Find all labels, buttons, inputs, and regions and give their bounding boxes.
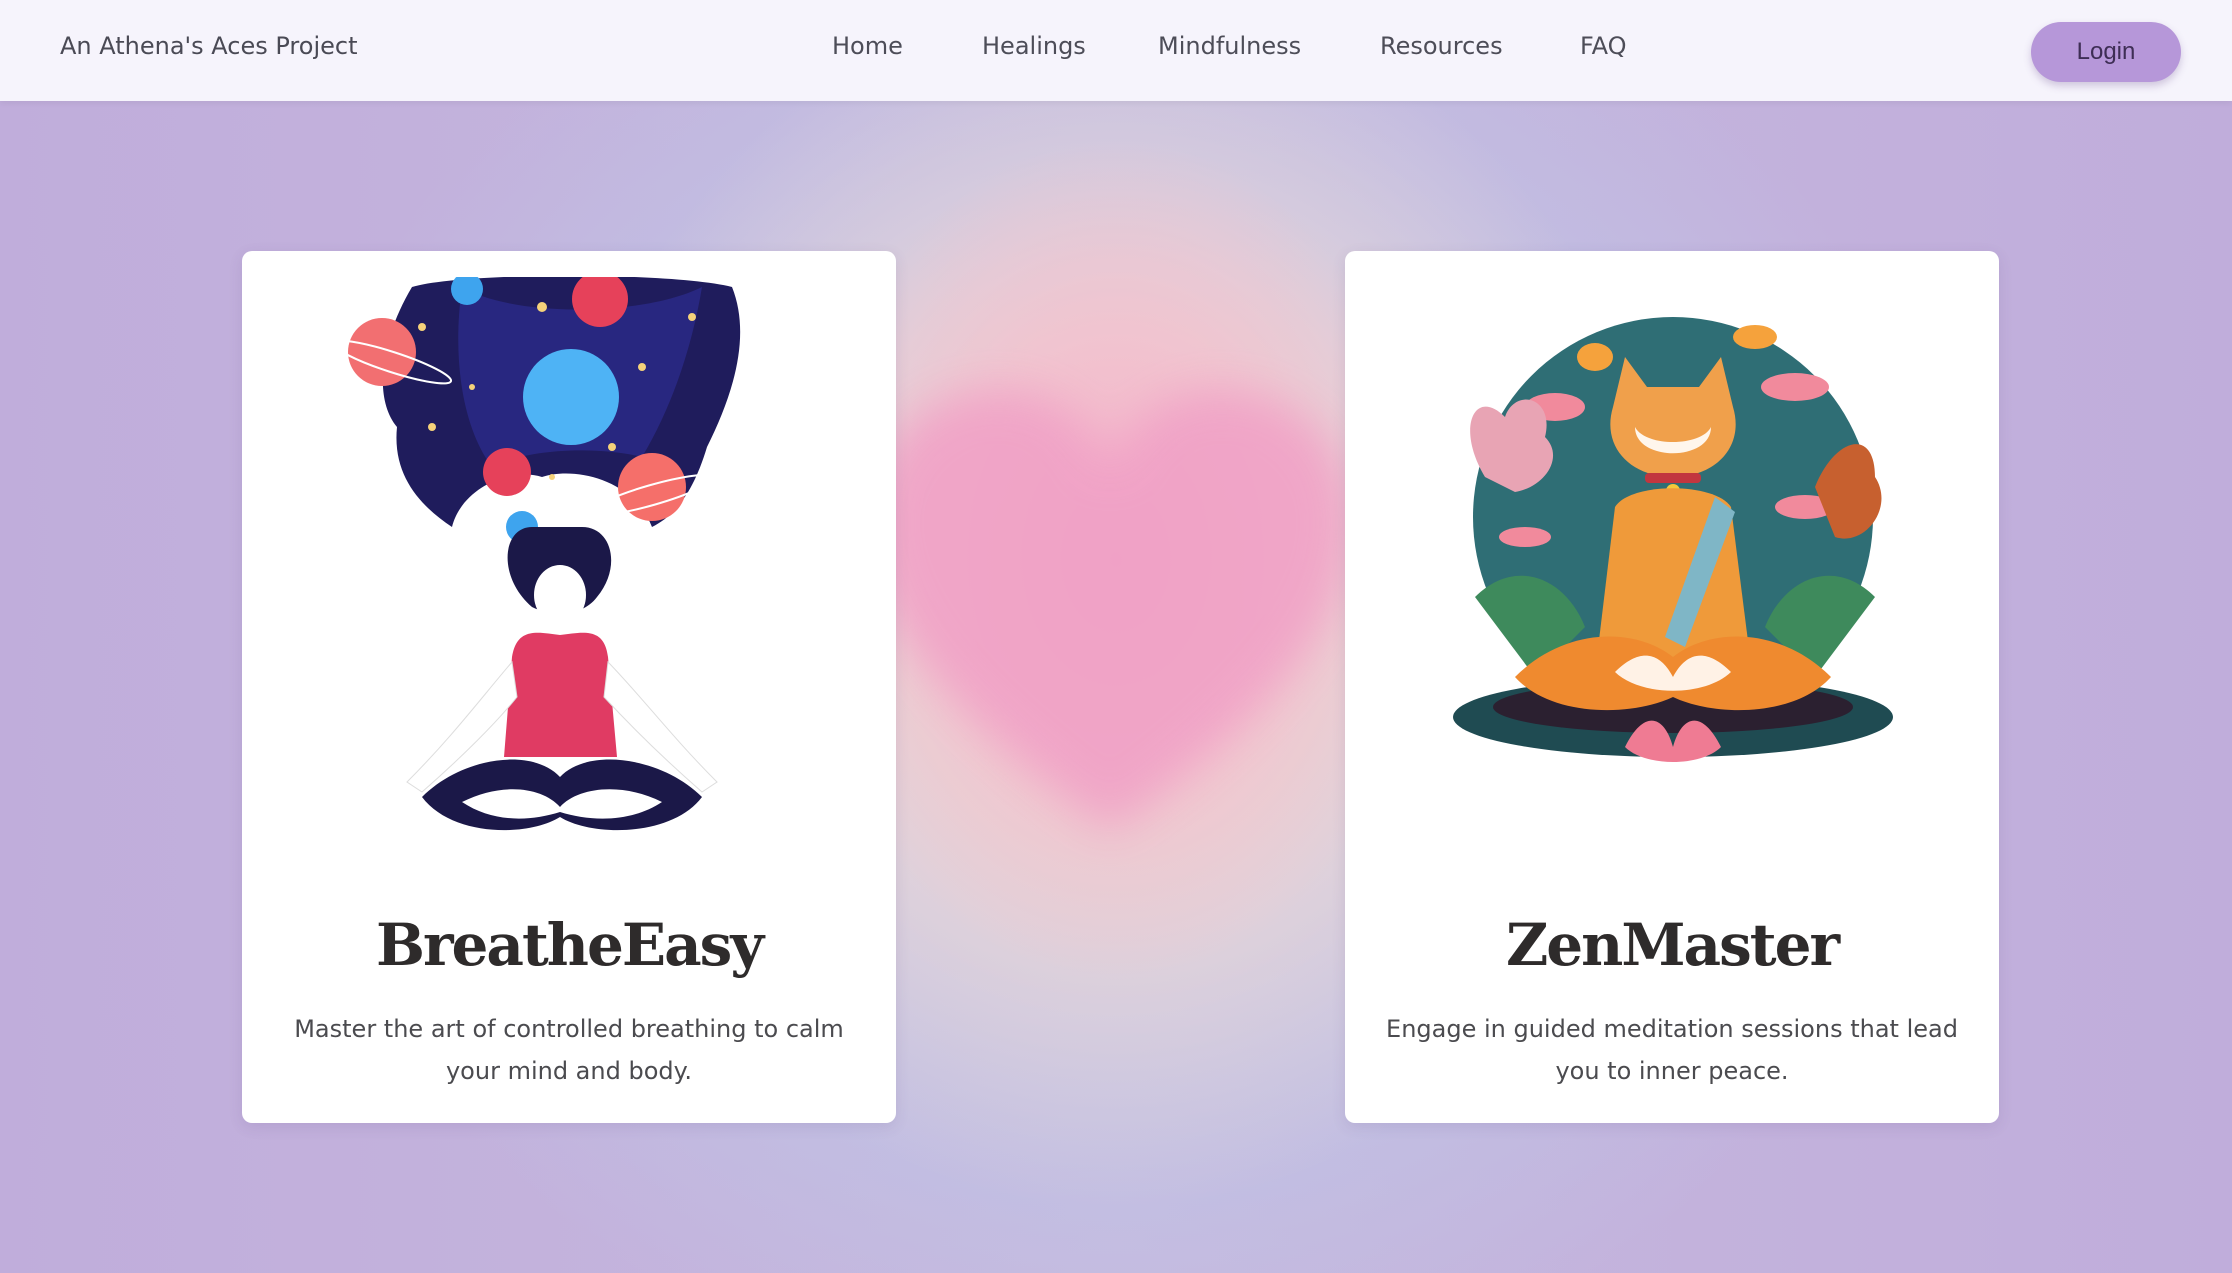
card-description: Master the art of controlled breathing t… <box>294 1015 844 1085</box>
nav-home[interactable]: Home <box>832 32 982 60</box>
nav-faq[interactable]: FAQ <box>1580 32 1660 60</box>
card-title: ZenMaster <box>1505 911 1840 979</box>
top-navbar: An Athena's Aces Project Home Healings M… <box>0 0 2232 101</box>
card-description: Engage in guided meditation sessions tha… <box>1386 1015 1958 1085</box>
nav-resources[interactable]: Resources <box>1380 32 1580 60</box>
card-zenmaster[interactable]: ZenMaster Engage in guided meditation se… <box>1345 251 1999 1123</box>
login-button[interactable]: Login <box>2031 22 2181 82</box>
nav-mindfulness[interactable]: Mindfulness <box>1158 32 1380 60</box>
card-title: BreatheEasy <box>375 911 764 979</box>
card-breatheeasy[interactable]: BreatheEasy Master the art of controlled… <box>242 251 896 1123</box>
heart-glow <box>870 390 1350 830</box>
meditating-cat-illustration <box>1453 317 1893 762</box>
nav-healings[interactable]: Healings <box>982 32 1158 60</box>
brand-text[interactable]: An Athena's Aces Project <box>60 32 358 60</box>
meditation-illustration-cosmic <box>331 277 741 831</box>
nav-menu: Home Healings Mindfulness Resources FAQ <box>832 32 1660 60</box>
